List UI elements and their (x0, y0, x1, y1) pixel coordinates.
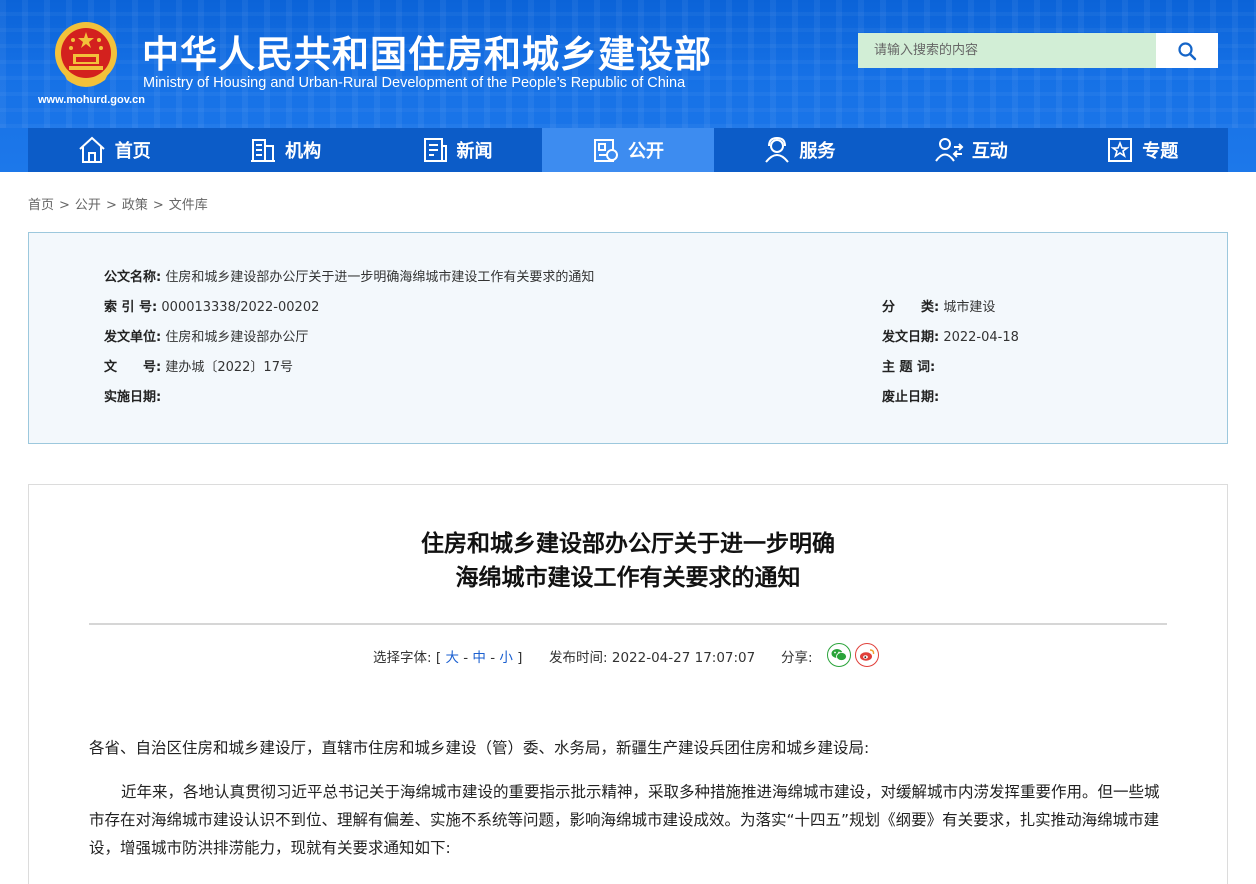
font-dash: - (463, 650, 469, 666)
site-url: www.mohurd.gov.cn (38, 94, 145, 106)
nav-label: 互动 (971, 141, 1008, 162)
info-category: 分 类: 城市建设 (882, 296, 995, 315)
article-title: 住房和城乡建设部办公厅关于进一步明确 海绵城市建设工作有关要求的通知 (0, 527, 1256, 595)
info-value: 建办城〔2022〕17号 (165, 360, 293, 375)
news-icon (423, 138, 447, 162)
info-expiry-date: 废止日期: (882, 386, 939, 405)
font-bracket-open: [ (435, 650, 442, 666)
info-key: 发文单位: (104, 330, 162, 345)
breadcrumb-file-library[interactable]: 文件库 (169, 198, 208, 213)
weibo-icon (860, 649, 875, 661)
info-index-no: 索 引 号: 000013338/2022-00202 (104, 296, 319, 315)
info-doc-no: 文 号: 建办城〔2022〕17号 (104, 356, 293, 375)
info-value: 住房和城乡建设部办公厅 (165, 330, 309, 345)
breadcrumb-disclosure[interactable]: 公开 (75, 198, 101, 213)
info-issuer: 发文单位: 住房和城乡建设部办公厅 (104, 326, 308, 345)
font-size-label: 选择字体: (373, 650, 432, 666)
topic-icon (1108, 138, 1133, 162)
publish-value: 2022-04-27 17:07:07 (611, 650, 756, 666)
info-key: 主 题 词: (882, 360, 936, 375)
publish-time: 发布时间: 2022-04-27 17:07:07 (549, 646, 755, 666)
info-key: 索 引 号: (104, 300, 158, 315)
nav-item-service[interactable]: 服务 (713, 128, 886, 172)
font-size-selector: 选择字体: [ 大 - 中 - 小 ] (373, 646, 522, 666)
nav-label: 专题 (1142, 141, 1179, 162)
info-key: 发文日期: (882, 330, 940, 345)
info-value: 城市建设 (943, 300, 996, 315)
info-key: 废止日期: (882, 390, 940, 405)
nav-label: 首页 (114, 141, 151, 162)
article-title-line1: 住房和城乡建设部办公厅关于进一步明确 (421, 531, 835, 557)
info-value: 000013338/2022-00202 (161, 300, 320, 315)
breadcrumb-policy[interactable]: 政策 (122, 198, 148, 213)
site-title-english: Ministry of Housing and Urban-Rural Deve… (143, 75, 686, 91)
info-key: 公文名称: (104, 270, 162, 285)
nav-label: 机构 (285, 141, 322, 162)
nav-item-topic[interactable]: 专题 (1056, 128, 1228, 172)
nav-item-interaction[interactable]: 互动 (885, 128, 1057, 172)
breadcrumb: 首页 > 公开 > 政策 > 文件库 (28, 194, 208, 213)
article-salutation: 各省、自治区住房和城乡建设厅，直辖市住房和城乡建设（管）委、水务局，新疆生产建设… (89, 739, 870, 757)
nav-label: 新闻 (456, 141, 493, 162)
nav-item-home[interactable]: 首页 (28, 128, 200, 172)
font-small-link[interactable]: 小 (499, 650, 513, 666)
main-navigation: 首页 机构 新闻 公开 服务 互动 专题 (28, 128, 1228, 172)
font-dash: - (490, 650, 496, 666)
article-paragraph: 近年来，各地认真贯彻习近平总书记关于海绵城市建设的重要指示批示精神，采取多种措施… (89, 783, 1160, 857)
font-bracket-close: ] (517, 650, 523, 666)
breadcrumb-separator: > (105, 198, 117, 213)
search-icon (1178, 41, 1197, 60)
info-doc-name: 公文名称: 住房和城乡建设部办公厅关于进一步明确海绵城市建设工作有关要求的通知 (104, 266, 594, 285)
nav-label: 服务 (799, 141, 836, 162)
breadcrumb-separator: > (59, 198, 70, 213)
info-key: 分 类: (882, 300, 940, 315)
breadcrumb-separator: > (152, 198, 164, 213)
share-weibo-button[interactable] (855, 643, 879, 667)
info-issue-date: 发文日期: 2022-04-18 (882, 326, 1019, 345)
building-icon (251, 139, 276, 162)
wechat-icon (831, 649, 847, 661)
publish-label: 发布时间: (549, 650, 608, 666)
search-button[interactable] (1156, 33, 1218, 68)
font-large-link[interactable]: 大 (445, 650, 459, 666)
share-label: 分享: (781, 650, 813, 666)
nav-item-disclosure[interactable]: 公开 (542, 128, 714, 172)
site-title-chinese: 中华人民共和国住房和城乡建设部 (142, 33, 712, 76)
info-effective-date: 实施日期: (104, 386, 161, 405)
service-icon (765, 136, 790, 163)
article-title-line2: 海绵城市建设工作有关要求的通知 (455, 565, 801, 591)
nav-item-news[interactable]: 新闻 (370, 128, 543, 172)
disclosure-icon (593, 139, 618, 162)
info-value: 2022-04-18 (943, 330, 1019, 345)
font-medium-link[interactable]: 中 (472, 650, 486, 666)
nav-label: 公开 (627, 141, 664, 162)
national-emblem-icon (55, 22, 117, 87)
home-icon (79, 136, 105, 163)
nav-item-organization[interactable]: 机构 (199, 128, 371, 172)
info-key: 文 号: (104, 360, 162, 375)
info-value: 住房和城乡建设部办公厅关于进一步明确海绵城市建设工作有关要求的通知 (165, 270, 595, 285)
site-header: www.mohurd.gov.cn 中华人民共和国住房和城乡建设部 Minist… (0, 0, 1256, 172)
share-wechat-button[interactable] (827, 643, 851, 667)
search-input[interactable] (858, 33, 1156, 68)
interaction-icon (934, 138, 964, 162)
info-key: 实施日期: (104, 390, 162, 405)
breadcrumb-home[interactable]: 首页 (28, 198, 54, 213)
title-divider (89, 623, 1167, 625)
info-subject: 主 题 词: (882, 356, 935, 375)
